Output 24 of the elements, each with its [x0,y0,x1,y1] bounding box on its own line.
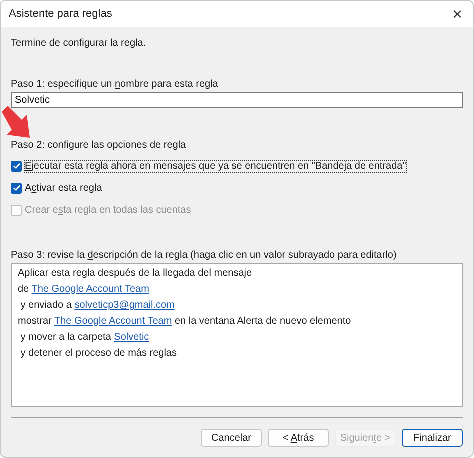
description-line: y mover a la carpeta Solvetic [20,331,150,345]
close-button[interactable]: ✕ [448,4,467,24]
rule-name-field[interactable]: Solvetic [11,92,463,108]
wizard-button[interactable]: Finalizar [402,429,463,447]
checkbox[interactable] [11,160,22,172]
description-line: y enviado a solveticp3@gmail.com [20,299,176,313]
step-label: Paso 3: revise la descripción de la regla (haga clic en un valor subrayado para editarlo) [11,250,398,261]
wizard-button[interactable]: < Atrás [268,429,329,447]
link[interactable]: The Google Account Team [32,284,150,295]
description-line: mostrar The Google Account Team en la ventana Alerta de nuevo elemento [18,315,352,329]
checkbox-label[interactable]: Ejecutar esta regla ahora en mensajes que ya se encuentren en "Bandeja de entrada" [25,160,406,172]
checkbox-label[interactable]: Activar esta regla [25,182,102,194]
window-title: Asistente para reglas [9,8,112,20]
link[interactable]: The Google Account Team [54,316,172,327]
step-label: Paso 2: configure las opciones de regla [11,140,188,151]
description-line: de The Google Account Team [18,283,150,297]
description-line: Aplicar esta regla después de la llegada del mensaje [18,267,254,281]
wizard-button[interactable]: Cancelar [201,429,262,447]
intro-text: Termine de configurar la regla. [11,38,148,49]
link[interactable]: Solvetic [114,332,150,343]
description-line: y detener el proceso de más reglas [20,347,178,361]
link[interactable]: solveticp3@gmail.com [74,300,175,311]
checkbox[interactable] [11,182,22,194]
step-label: Paso 1: especifique un nombre para esta regla [11,79,220,90]
